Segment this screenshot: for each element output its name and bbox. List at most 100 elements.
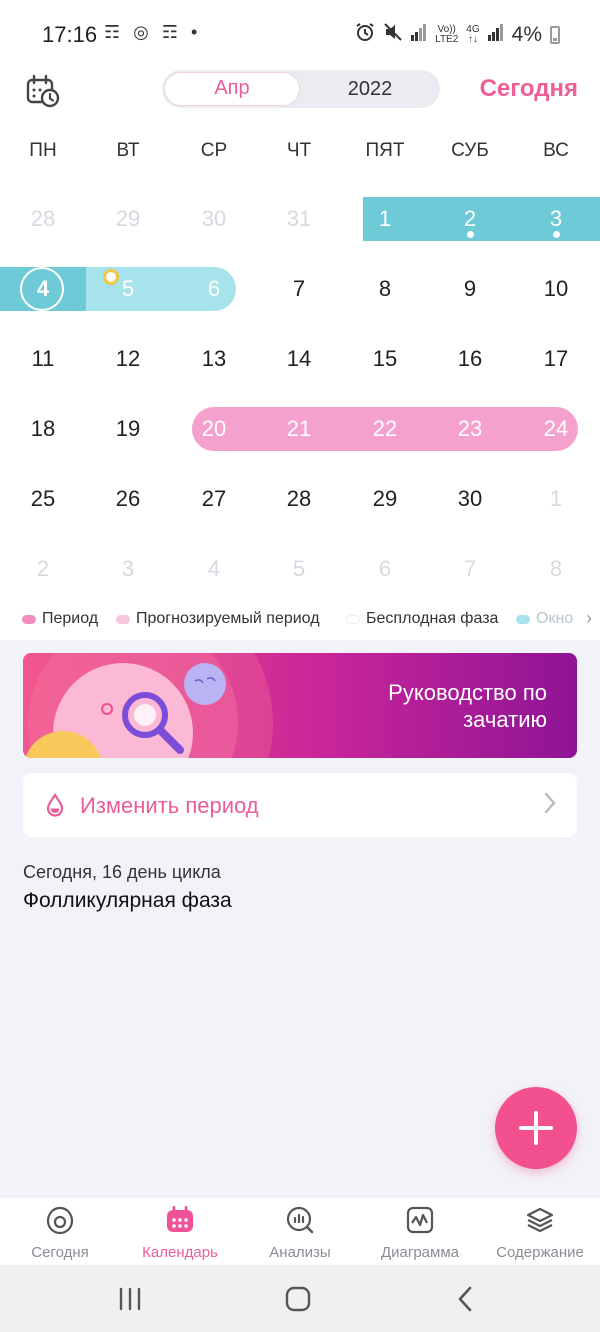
calendar-day[interactable]: 26 xyxy=(85,477,171,521)
system-navigation-bar xyxy=(0,1265,600,1332)
home-icon[interactable] xyxy=(284,1285,312,1313)
calendar-day[interactable]: 28 xyxy=(256,477,342,521)
bottom-navigation: Сегодня Календарь Анализы Диаграмма Соде… xyxy=(0,1197,600,1265)
legend-swatch xyxy=(116,614,130,624)
calendar-legend[interactable]: Период Прогнозируемый период Бесплодная … xyxy=(0,608,600,632)
drop-icon xyxy=(45,793,65,822)
volte-indicator: Vo)) LTE2 xyxy=(435,23,459,45)
calendar-day[interactable]: 5 xyxy=(256,547,342,591)
notification-icons: ☶ ◎ ☶ • xyxy=(104,22,202,42)
mute-icon xyxy=(383,22,403,47)
calendar-header: Апр 2022 Сегодня xyxy=(0,66,600,130)
calendar-day[interactable]: 25 xyxy=(0,477,86,521)
nav-chart[interactable]: Диаграмма xyxy=(360,1198,480,1266)
legend-period: Период xyxy=(22,610,98,628)
calendar-icon xyxy=(166,1205,194,1234)
legend-swatch xyxy=(516,614,530,624)
calendar-day[interactable]: 9 xyxy=(427,267,513,311)
weekday-label: СУБ xyxy=(451,140,489,161)
conception-guide-banner[interactable]: Руководство по зачатию xyxy=(23,653,577,758)
add-button[interactable] xyxy=(495,1087,577,1169)
calendar-day[interactable]: 19 xyxy=(85,407,171,451)
calendar-day[interactable]: 16 xyxy=(427,337,513,381)
calendar-day[interactable]: 6 xyxy=(171,267,257,311)
calendar-day[interactable]: 20 xyxy=(171,407,257,451)
calendar-day[interactable]: 28 xyxy=(0,197,86,241)
legend-swatch xyxy=(346,614,360,624)
calendar-day[interactable]: 24 xyxy=(513,407,599,451)
calendar-day-today[interactable]: 4 xyxy=(0,267,86,311)
nav-analysis[interactable]: Анализы xyxy=(240,1198,360,1266)
weekday-label: ВТ xyxy=(116,140,140,161)
nav-content[interactable]: Содержание xyxy=(480,1198,600,1266)
calendar-day[interactable]: 18 xyxy=(0,407,86,451)
battery-level: 4% xyxy=(511,22,542,46)
calendar-day[interactable]: 10 xyxy=(513,267,599,311)
calendar-day[interactable]: 29 xyxy=(85,197,171,241)
calendar-day[interactable]: 14 xyxy=(256,337,342,381)
calendar-day[interactable]: 23 xyxy=(427,407,513,451)
legend-label: Окно xyxy=(536,610,574,627)
status-time: 17:16 xyxy=(42,22,98,47)
calendar-day[interactable]: 12 xyxy=(85,337,171,381)
calendar-day[interactable]: 7 xyxy=(427,547,513,591)
calendar-day[interactable]: 29 xyxy=(342,477,428,521)
banner-title: Руководство по зачатию xyxy=(388,680,547,732)
calendar-day[interactable]: 31 xyxy=(256,197,342,241)
calendar-grid: ПН ВТ СР ЧТ ПЯТ СУБ ВС 28 29 30 31 1 2 3… xyxy=(0,130,600,640)
nav-label: Календарь xyxy=(142,1244,218,1261)
nav-label: Содержание xyxy=(496,1244,584,1261)
cycle-day-info: Сегодня, 16 день цикла xyxy=(23,862,221,882)
edit-period-button[interactable]: Изменить период xyxy=(23,773,577,837)
calendar-day[interactable]: 8 xyxy=(513,547,599,591)
calendar-day[interactable]: 1 xyxy=(513,477,599,521)
calendar-day[interactable]: 5 xyxy=(85,267,171,311)
weekday-label: ВС xyxy=(543,140,569,161)
weekday-row: ПН ВТ СР ЧТ ПЯТ СУБ ВС xyxy=(0,140,600,170)
calendar-history-icon[interactable] xyxy=(26,74,60,108)
month-selector[interactable]: Апр xyxy=(164,72,300,106)
recent-apps-icon[interactable] xyxy=(118,1285,142,1313)
chevron-right-icon xyxy=(543,791,557,822)
calendar-day[interactable]: 30 xyxy=(427,477,513,521)
nav-today[interactable]: Сегодня xyxy=(0,1198,120,1266)
calendar-day[interactable]: 8 xyxy=(342,267,428,311)
weekday-label: ЧТ xyxy=(286,140,312,161)
calendar-day[interactable]: 7 xyxy=(256,267,342,311)
legend-predicted-period: Прогнозируемый период xyxy=(116,610,320,628)
phase-title: Фолликулярная фаза xyxy=(23,889,232,912)
today-icon xyxy=(46,1206,74,1235)
chevron-right-icon[interactable]: › xyxy=(582,608,592,629)
calendar-day[interactable]: 6 xyxy=(342,547,428,591)
status-bar: 17:16 ☶ ◎ ☶ • Vo)) LTE2 4G ↑↓ 4% xyxy=(0,0,600,66)
legend-fertile-window: Окно xyxy=(516,610,573,628)
signal-icon xyxy=(411,23,427,46)
edit-period-label: Изменить период xyxy=(80,793,259,818)
calendar-day[interactable]: 1 xyxy=(342,197,428,241)
today-button[interactable]: Сегодня xyxy=(480,75,578,103)
nav-label: Анализы xyxy=(269,1244,331,1261)
calendar-day[interactable]: 11 xyxy=(0,337,86,381)
calendar-day[interactable]: 3 xyxy=(85,547,171,591)
nav-calendar[interactable]: Календарь xyxy=(120,1198,240,1266)
year-selector[interactable]: 2022 xyxy=(302,72,438,106)
legend-swatch xyxy=(22,614,36,624)
back-icon[interactable] xyxy=(455,1285,475,1313)
calendar-day[interactable]: 17 xyxy=(513,337,599,381)
legend-infertile-phase: Бесплодная фаза xyxy=(346,610,498,628)
calendar-day[interactable]: 21 xyxy=(256,407,342,451)
calendar-day[interactable]: 2 xyxy=(0,547,86,591)
calendar-day[interactable]: 13 xyxy=(171,337,257,381)
legend-label: Бесплодная фаза xyxy=(366,610,499,627)
calendar-day[interactable]: 30 xyxy=(171,197,257,241)
legend-label: Период xyxy=(42,610,99,627)
status-right-icons: Vo)) LTE2 4G ↑↓ 4% xyxy=(355,22,560,47)
calendar-day[interactable]: 27 xyxy=(171,477,257,521)
calendar-day[interactable]: 15 xyxy=(342,337,428,381)
weekday-label: ПН xyxy=(29,140,57,161)
calendar-day[interactable]: 22 xyxy=(342,407,428,451)
battery-icon xyxy=(550,25,560,44)
layers-icon xyxy=(526,1206,554,1234)
calendar-day[interactable]: 4 xyxy=(171,547,257,591)
alarm-icon xyxy=(355,22,375,47)
